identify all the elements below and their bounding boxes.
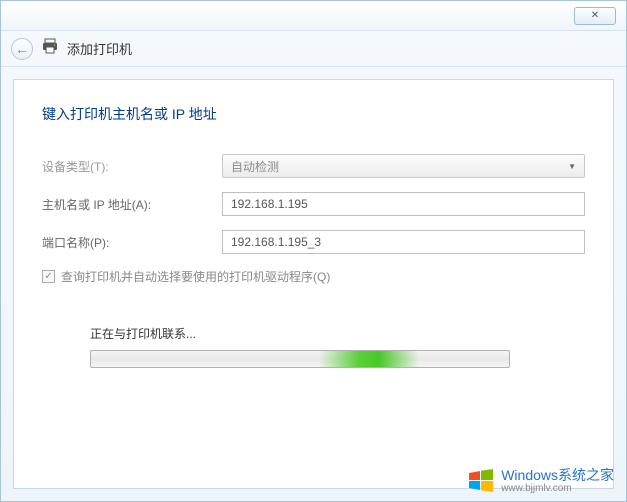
hostname-row: 主机名或 IP 地址(A): (42, 192, 585, 216)
watermark-url: www.bjjmlv.com (501, 483, 614, 494)
watermark: Windows系统之家 www.bjjmlv.com (467, 467, 614, 495)
close-button[interactable]: ✕ (574, 7, 616, 25)
status-message: 正在与打印机联系... (90, 325, 585, 342)
close-icon: ✕ (591, 10, 599, 21)
status-section: 正在与打印机联系... (90, 325, 585, 368)
hostname-input[interactable] (222, 192, 585, 216)
port-label: 端口名称(P): (42, 234, 222, 251)
titlebar: ✕ (1, 1, 626, 31)
progress-indicator (319, 351, 419, 367)
watermark-brand-en: Windows (501, 467, 558, 483)
device-type-value: 自动检测 (231, 158, 279, 175)
header-title: 添加打印机 (67, 39, 132, 58)
hostname-label: 主机名或 IP 地址(A): (42, 196, 222, 213)
auto-query-row: ✓ 查询打印机并自动选择要使用的打印机驱动程序(Q) (42, 268, 585, 285)
auto-query-checkbox[interactable]: ✓ (42, 270, 55, 283)
watermark-brand-cn: 系统之家 (558, 467, 614, 483)
port-row: 端口名称(P): (42, 230, 585, 254)
back-button[interactable]: ← (11, 38, 33, 60)
windows-logo-icon (467, 467, 495, 495)
device-type-label: 设备类型(T): (42, 158, 222, 175)
dialog-window: ✕ ← 添加打印机 键入打印机主机名或 IP 地址 设备类型(T): 自动检测 … (0, 0, 627, 502)
device-type-dropdown[interactable]: 自动检测 ▼ (222, 154, 585, 178)
progress-bar (90, 350, 510, 368)
back-arrow-icon: ← (15, 41, 29, 57)
watermark-text: Windows系统之家 www.bjjmlv.com (501, 468, 614, 494)
device-type-row: 设备类型(T): 自动检测 ▼ (42, 154, 585, 178)
content-panel: 键入打印机主机名或 IP 地址 设备类型(T): 自动检测 ▼ 主机名或 IP … (13, 79, 614, 489)
chevron-down-icon: ▼ (568, 162, 576, 171)
auto-query-label: 查询打印机并自动选择要使用的打印机驱动程序(Q) (61, 268, 330, 285)
printer-icon (41, 38, 59, 59)
port-input[interactable] (222, 230, 585, 254)
page-title: 键入打印机主机名或 IP 地址 (42, 104, 585, 124)
wizard-header: ← 添加打印机 (1, 31, 626, 67)
checkmark-icon: ✓ (44, 271, 52, 282)
